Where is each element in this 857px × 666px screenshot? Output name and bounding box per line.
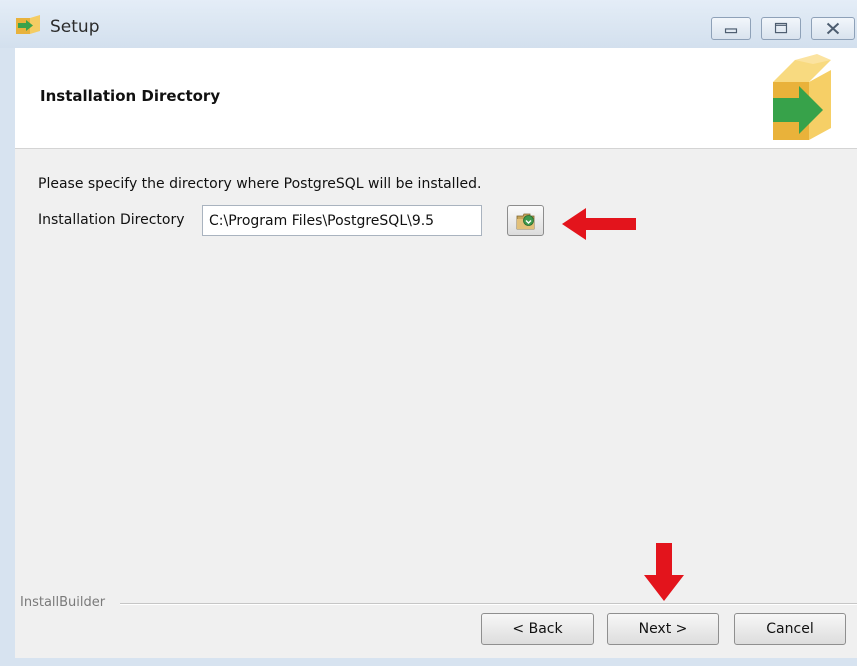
title-bar[interactable]: Setup xyxy=(0,0,857,48)
next-button[interactable]: Next > xyxy=(607,613,719,645)
installation-directory-input[interactable] xyxy=(202,205,482,236)
installer-box-icon xyxy=(16,15,40,34)
back-button[interactable]: < Back xyxy=(481,613,594,645)
window-title: Setup xyxy=(50,17,100,37)
page-title: Installation Directory xyxy=(40,87,221,105)
minimize-icon xyxy=(724,28,738,34)
close-button[interactable] xyxy=(811,17,855,40)
cancel-button[interactable]: Cancel xyxy=(734,613,846,645)
installbuilder-brand: InstallBuilder xyxy=(20,595,106,610)
dialog-body: Installation Directory Please specify th… xyxy=(15,48,857,658)
red-arrow-left xyxy=(562,208,636,240)
red-arrow-down xyxy=(644,543,684,601)
installation-directory-label: Installation Directory xyxy=(38,212,185,228)
maximize-icon xyxy=(774,22,788,34)
instruction-text: Please specify the directory where Postg… xyxy=(38,176,482,192)
browse-button[interactable] xyxy=(507,205,544,236)
minimize-button[interactable] xyxy=(711,17,751,40)
folder-browse-icon xyxy=(516,213,535,230)
page-header: Installation Directory xyxy=(15,48,857,149)
close-icon xyxy=(826,22,840,35)
installer-box-logo xyxy=(773,54,831,140)
setup-window: Setup Installation Directory Please spec… xyxy=(0,0,857,666)
footer-divider xyxy=(120,603,857,605)
maximize-button[interactable] xyxy=(761,17,801,40)
